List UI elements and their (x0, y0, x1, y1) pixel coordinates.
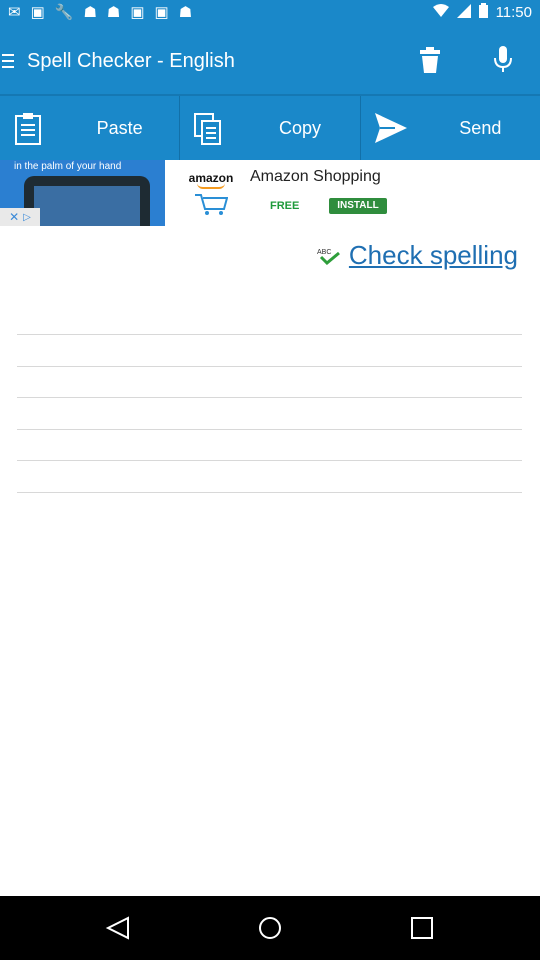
status-bar: ✉ ▣ 🔧 ☗ ☗ ▣ ▣ ☗ 11:50 (0, 0, 540, 24)
close-icon[interactable]: ✕ (9, 210, 19, 224)
wrench-icon: 🔧 (54, 4, 74, 21)
microphone-icon (494, 46, 512, 72)
ad-tagline: in the palm of your hand (14, 161, 122, 172)
android-icon: ☗ (178, 4, 193, 21)
check-spelling-button[interactable]: ABC Check spelling (317, 240, 518, 271)
image-icon: ▣ (130, 4, 145, 21)
spellcheck-icon: ABC (317, 249, 340, 265)
app-bar: Spell Checker - English (0, 24, 540, 96)
trash-icon (420, 47, 440, 73)
copy-label: Copy (278, 118, 321, 138)
ad-choices-icon[interactable]: ▷ (23, 212, 31, 223)
paste-label: Paste (96, 118, 143, 138)
amazon-logo: amazon (176, 160, 246, 226)
menu-icon[interactable] (2, 54, 14, 68)
phone-screen (34, 186, 140, 226)
image-icon: ▣ (30, 4, 45, 21)
paste-button[interactable]: Paste (0, 96, 181, 160)
mail-icon: ✉ (8, 4, 21, 21)
android-icon: ☗ (106, 4, 121, 21)
ad-install-button[interactable]: INSTALL (329, 198, 387, 214)
signal-icon (456, 3, 471, 21)
amazon-smile-icon (197, 183, 225, 189)
ad-close-controls[interactable]: ✕ ▷ (0, 208, 40, 226)
ad-free-label: FREE (270, 200, 300, 212)
back-icon[interactable] (104, 916, 132, 940)
wifi-icon (432, 3, 449, 21)
ruled-line (17, 397, 522, 429)
send-icon (374, 113, 407, 148)
ruled-line (17, 460, 522, 492)
send-button[interactable]: Send (361, 96, 540, 160)
copy-icon (194, 113, 222, 150)
notification-icons: ✉ ▣ 🔧 ☗ ☗ ▣ ▣ ☗ (8, 3, 192, 21)
ruled-line (17, 334, 522, 366)
image-icon: ▣ (154, 4, 169, 21)
ruled-line (17, 428, 522, 461)
android-icon: ☗ (83, 4, 97, 21)
svg-text:ABC: ABC (317, 249, 331, 256)
shopping-cart-icon (195, 194, 228, 215)
check-spelling-link[interactable]: Check spelling (349, 240, 518, 271)
battery-icon (478, 3, 488, 21)
recent-apps-icon[interactable] (408, 916, 436, 940)
page-title: Spell Checker - English (27, 50, 235, 72)
home-icon[interactable] (256, 916, 284, 940)
text-input-area[interactable] (17, 334, 522, 524)
clipboard-icon (14, 113, 42, 150)
ad-title: Amazon Shopping (250, 168, 381, 185)
microphone-button[interactable] (487, 44, 519, 76)
trash-button[interactable] (414, 44, 446, 76)
action-toolbar: Paste Copy Send (0, 94, 540, 160)
system-nav-bar (0, 896, 540, 960)
ruled-line (17, 365, 522, 398)
send-label: Send (459, 118, 502, 138)
clock: 11:50 (495, 3, 532, 21)
copy-button[interactable]: Copy (180, 96, 361, 160)
ruled-line (17, 491, 522, 524)
